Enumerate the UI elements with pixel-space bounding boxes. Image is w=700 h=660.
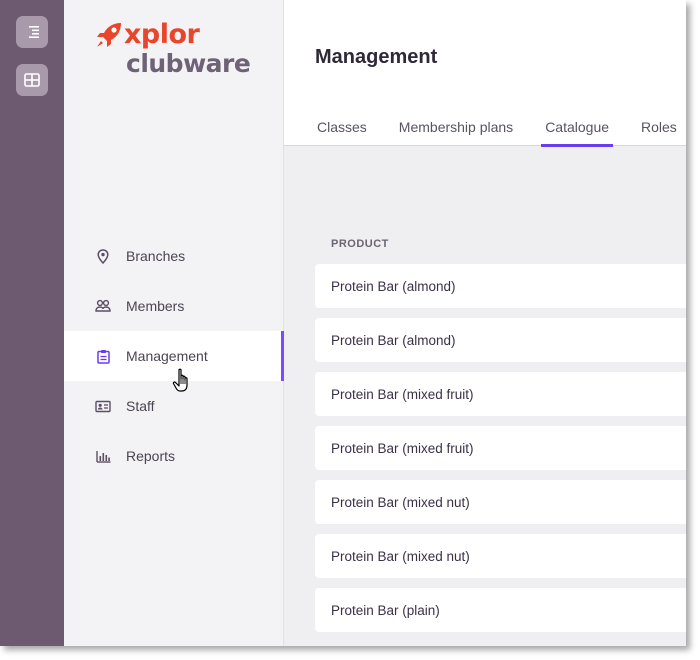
menu-icon xyxy=(29,26,39,38)
table-row[interactable]: Protein Bar (mixed fruit) xyxy=(315,372,686,416)
logo-product-name: clubware xyxy=(126,49,251,78)
members-icon xyxy=(95,298,111,314)
menu-toggle-button[interactable] xyxy=(16,16,48,48)
apps-button[interactable] xyxy=(16,64,48,96)
clipboard-icon xyxy=(95,348,111,364)
table-row[interactable]: Protein Bar (plain) xyxy=(315,588,686,632)
sidebar-nav: Branches Members Management Staff Report… xyxy=(64,231,285,481)
table-row[interactable]: Protein Bar (mixed fruit) xyxy=(315,426,686,470)
app-window: xplor clubware Branches Members Manageme… xyxy=(0,0,686,646)
table-row[interactable]: Protein Bar (mixed nut) xyxy=(315,534,686,578)
sidebar-item-members[interactable]: Members xyxy=(64,281,284,331)
apps-grid-icon xyxy=(24,73,40,87)
hand-pointer-cursor-icon xyxy=(172,368,188,392)
id-card-icon xyxy=(95,398,111,414)
column-header-product[interactable]: PRODUCT xyxy=(331,238,389,250)
sidebar-item-label: Staff xyxy=(126,398,155,414)
bar-chart-icon xyxy=(95,448,111,464)
sidebar-item-label: Management xyxy=(126,348,208,364)
tab-bar: Classes Membership plans Catalogue Roles xyxy=(301,108,686,147)
logo-wordmark: xplor xyxy=(124,18,200,50)
sidebar-item-label: Reports xyxy=(126,448,176,464)
tab-classes[interactable]: Classes xyxy=(301,108,383,146)
tab-catalogue[interactable]: Catalogue xyxy=(529,108,625,147)
sidebar: xplor clubware Branches Members Manageme… xyxy=(64,0,285,646)
page-title: Management xyxy=(315,46,438,68)
table-row[interactable]: Protein Bar (almond) xyxy=(315,264,686,308)
sidebar-item-label: Branches xyxy=(126,248,186,264)
tab-membership-plans[interactable]: Membership plans xyxy=(383,108,529,146)
rocket-icon xyxy=(97,23,121,47)
table-row[interactable]: Protein Bar (mixed nut) xyxy=(315,480,686,524)
product-list: Protein Bar (almond) Protein Bar (almond… xyxy=(315,264,686,642)
xplor-clubware-logo[interactable]: xplor clubware xyxy=(94,16,264,80)
tab-roles[interactable]: Roles xyxy=(625,108,686,146)
main-content: Management Classes Membership plans Cata… xyxy=(284,0,686,646)
map-pin-icon xyxy=(95,248,111,264)
table-row[interactable]: Protein Bar (almond) xyxy=(315,318,686,362)
page-header: Management Classes Membership plans Cata… xyxy=(284,0,686,147)
sidebar-item-branches[interactable]: Branches xyxy=(64,231,284,281)
icon-rail xyxy=(0,0,64,646)
sidebar-item-reports[interactable]: Reports xyxy=(64,431,284,481)
sidebar-item-label: Members xyxy=(126,298,185,314)
